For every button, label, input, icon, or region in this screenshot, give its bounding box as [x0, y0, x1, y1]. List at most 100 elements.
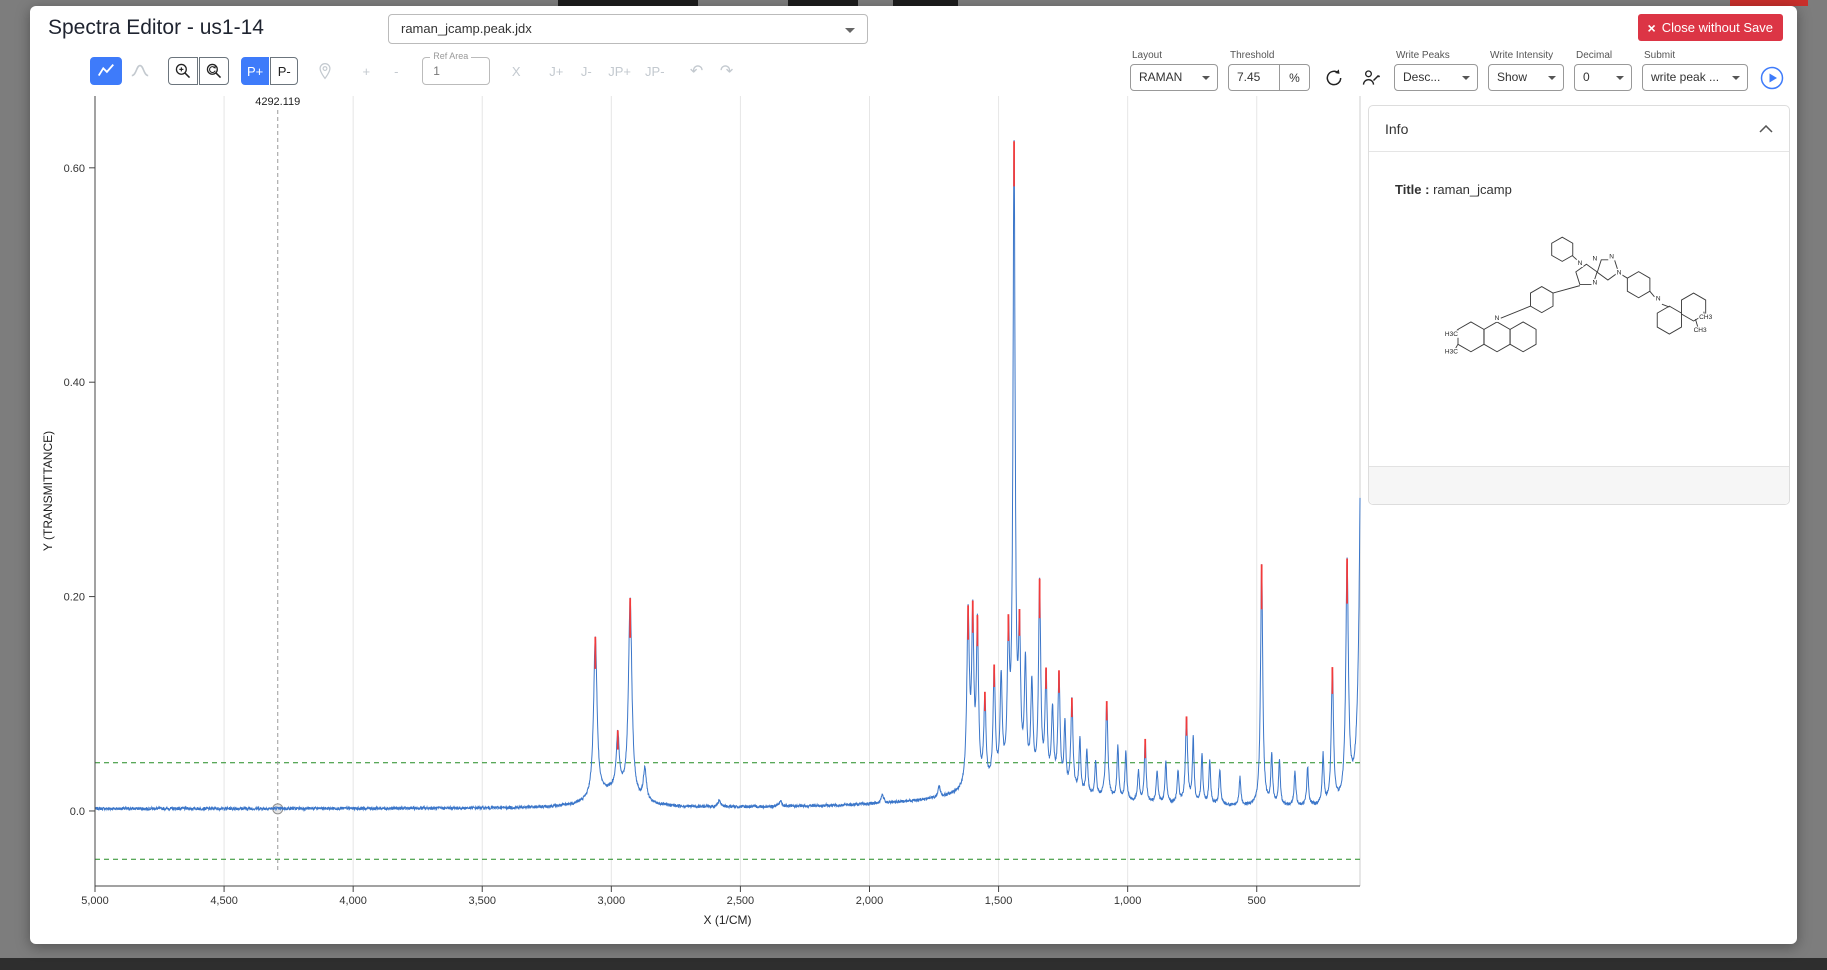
integral-remove-button[interactable]: -: [382, 57, 410, 85]
info-title-row: Title : raman_jcamp: [1395, 182, 1763, 197]
ref-area-label: Ref Area: [430, 51, 471, 61]
write-intensity-select[interactable]: Show: [1488, 64, 1564, 91]
jp-plus-button[interactable]: JP+: [602, 57, 637, 85]
svg-text:2,500: 2,500: [727, 895, 755, 907]
svg-text:N: N: [1592, 255, 1597, 262]
j-minus-button[interactable]: J-: [572, 57, 600, 85]
svg-text:X (1/CM): X (1/CM): [704, 913, 752, 927]
jp-minus-button[interactable]: JP-: [639, 57, 671, 85]
file-select[interactable]: raman_jcamp.peak.jdx: [388, 14, 868, 44]
layout-select[interactable]: RAMAN: [1130, 64, 1218, 91]
svg-text:CH3: CH3: [1694, 327, 1707, 334]
layout-label: Layout: [1132, 50, 1218, 61]
close-without-save-button[interactable]: × Close without Save: [1638, 14, 1783, 41]
zoom-in-icon: [174, 62, 192, 80]
svg-text:1,000: 1,000: [1114, 895, 1142, 907]
submit-select[interactable]: write peak ...: [1642, 64, 1748, 91]
svg-text:0.60: 0.60: [64, 163, 85, 175]
svg-text:0.0: 0.0: [70, 806, 85, 818]
decimal-select[interactable]: 0: [1574, 64, 1632, 91]
page-title: Spectra Editor - us1-14: [48, 16, 264, 40]
svg-text:N: N: [1578, 260, 1583, 267]
svg-text:4,000: 4,000: [339, 895, 367, 907]
svg-text:500: 500: [1248, 895, 1266, 907]
write-intensity-select-value: Show: [1497, 70, 1527, 84]
svg-text:N: N: [1609, 254, 1614, 261]
svg-text:4,500: 4,500: [210, 895, 238, 907]
spectra-editor-modal: Spectra Editor - us1-14 raman_jcamp.peak…: [30, 6, 1797, 944]
integral-add-button[interactable]: +: [352, 57, 380, 85]
j-plus-button[interactable]: J+: [542, 57, 570, 85]
svg-text:5,000: 5,000: [81, 895, 109, 907]
clear-button[interactable]: X: [502, 57, 530, 85]
svg-text:H3C: H3C: [1445, 331, 1458, 338]
svg-text:H3C: H3C: [1445, 349, 1458, 356]
threshold-input[interactable]: 7.45: [1228, 64, 1280, 91]
undo-button[interactable]: ↶: [683, 57, 711, 85]
svg-text:3,000: 3,000: [598, 895, 626, 907]
svg-text:CH3: CH3: [1699, 314, 1712, 321]
spectrum-line-toggle-button[interactable]: [90, 57, 122, 85]
predict-button[interactable]: [1357, 64, 1384, 91]
svg-text:Y (TRANSMITTANCE): Y (TRANSMITTANCE): [41, 431, 55, 551]
redo-icon: ↷: [720, 61, 733, 81]
svg-text:2,000: 2,000: [856, 895, 884, 907]
info-body: Title : raman_jcamp N H3C H3C N N N N N N CH3 CH3: [1369, 152, 1789, 365]
undo-icon: ↶: [690, 61, 703, 81]
chevron-up-icon: [1759, 125, 1773, 133]
svg-text:N: N: [1656, 296, 1661, 303]
spectrum-chart[interactable]: 4292.119 5,000 4,500 4,000 3,500 3,000 2,500 2,…: [38, 90, 1368, 935]
write-peaks-label: Write Peaks: [1396, 50, 1478, 61]
background-bottom-bar: [0, 958, 1827, 970]
toolbar-right: Layout RAMAN Threshold 7.45 %: [1130, 50, 1785, 91]
peak-add-button[interactable]: P+: [241, 57, 269, 85]
peak-remove-button[interactable]: P-: [270, 57, 298, 85]
molecule-structure: N H3C H3C N N N N N N CH3 CH3: [1443, 223, 1715, 365]
write-peaks-select[interactable]: Desc...: [1394, 64, 1478, 91]
decimal-select-value: 0: [1583, 70, 1590, 84]
submit-select-value: write peak ...: [1651, 70, 1719, 84]
svg-text:1,500: 1,500: [985, 895, 1013, 907]
svg-text:N: N: [1495, 315, 1500, 322]
refresh-button[interactable]: [1320, 64, 1347, 91]
marker-pin-button[interactable]: [310, 57, 340, 85]
info-footer: [1369, 466, 1789, 504]
svg-text:0.20: 0.20: [64, 592, 85, 604]
close-button-label: Close without Save: [1662, 20, 1773, 35]
decimal-label: Decimal: [1576, 50, 1632, 61]
threshold-unit: %: [1280, 64, 1310, 91]
svg-text:3,500: 3,500: [468, 895, 496, 907]
toolbar-left: P+ P- + - Ref Area 1 X J+ J- JP+ JP- ↶: [90, 57, 741, 85]
spectrum-line: [95, 140, 1360, 810]
zoom-reset-button[interactable]: [199, 57, 229, 85]
chart-line-icon: [96, 61, 116, 81]
submit-run-button[interactable]: [1758, 64, 1785, 91]
submit-label: Submit: [1644, 50, 1748, 61]
info-title-label: Title :: [1395, 182, 1429, 197]
refresh-icon: [1324, 68, 1344, 88]
zoom-reset-icon: [205, 62, 223, 80]
write-intensity-label: Write Intensity: [1490, 50, 1564, 61]
close-icon: ×: [1648, 20, 1656, 36]
ref-area-value: 1: [423, 58, 489, 84]
map-pin-icon: [316, 62, 334, 80]
svg-text:4292.119: 4292.119: [255, 96, 300, 108]
svg-text:N: N: [1617, 269, 1622, 276]
zoom-in-button[interactable]: [168, 57, 198, 85]
info-title-value: raman_jcamp: [1433, 182, 1512, 197]
play-circle-icon: [1760, 66, 1784, 90]
svg-text:0.40: 0.40: [64, 377, 85, 389]
spline-toggle-button[interactable]: [124, 57, 156, 85]
file-select-value: raman_jcamp.peak.jdx: [401, 21, 532, 36]
info-header-label: Info: [1385, 121, 1408, 137]
threshold-label: Threshold: [1230, 50, 1310, 61]
write-peaks-select-value: Desc...: [1403, 70, 1440, 84]
person-edit-icon: [1361, 68, 1381, 88]
ref-area-input[interactable]: Ref Area 1: [422, 57, 490, 85]
spline-curve-icon: [130, 61, 150, 81]
redo-button[interactable]: ↷: [713, 57, 741, 85]
svg-text:N: N: [1592, 280, 1597, 287]
info-panel: Info Title : raman_jcamp N H3C H3C N N N N N N CH…: [1368, 105, 1790, 505]
info-header[interactable]: Info: [1369, 106, 1789, 152]
layout-select-value: RAMAN: [1139, 70, 1182, 84]
